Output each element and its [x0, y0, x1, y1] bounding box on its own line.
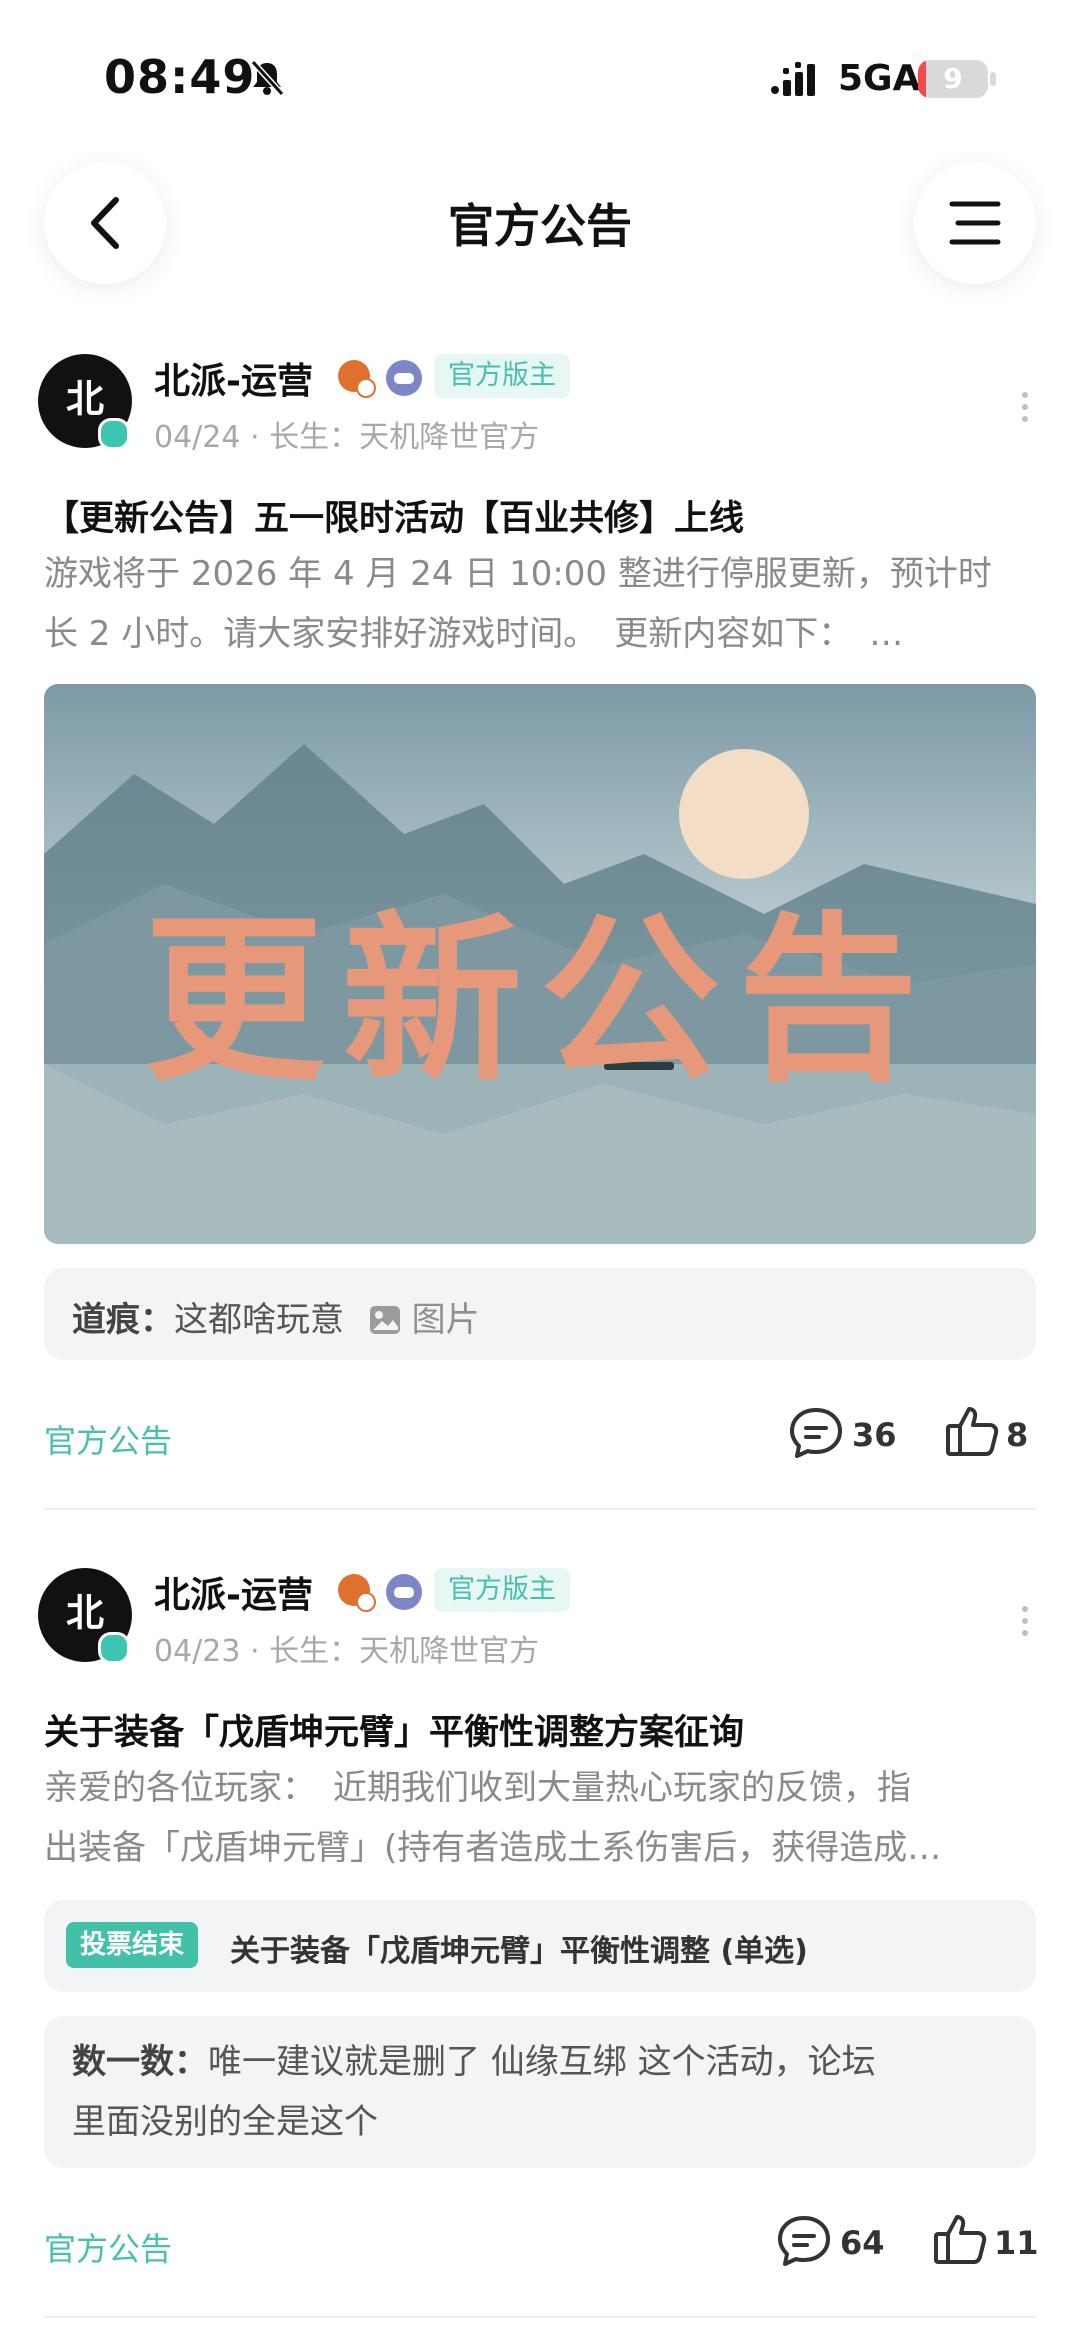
poll-title: 关于装备「戊盾坤元臂」平衡性调整 (单选) [230, 1934, 808, 1969]
battery-tip [990, 72, 996, 86]
post-excerpt-line: 出装备「戊盾坤元臂」(持有者造成土系伤害后，获得造成… [44, 1828, 942, 1868]
post-title[interactable]: 关于装备「戊盾坤元臂」平衡性调整方案征询 [44, 1704, 744, 1755]
post-excerpt[interactable]: 亲爱的各位玩家： 近期我们收到大量热心玩家的反馈，指 出装备「戊盾坤元臂」(持有… [44, 1758, 1034, 1878]
moderator-badge: 官方版主 [434, 1568, 570, 1612]
divider [44, 2316, 1036, 2318]
comment-count: 64 [840, 2224, 885, 2262]
battery-icon: 9 [918, 60, 988, 98]
more-options-icon[interactable] [1020, 1606, 1030, 1642]
like-count: 8 [1006, 1416, 1029, 1454]
author-name[interactable]: 北派-运营 [154, 1566, 313, 1618]
post-meta: 04/23 · 长生：天机降世官方 [154, 1634, 540, 1669]
post-title[interactable]: 【更新公告】五一限时活动【百业共修】上线 [44, 490, 744, 541]
hot-comment[interactable]: 道痕：这都啥玩意 图片 [44, 1268, 1036, 1360]
comment-text: 这都啥玩意 [174, 1300, 344, 1340]
bell-muted-icon [250, 59, 285, 97]
post-meta: 04/24 · 长生：天机降世官方 [154, 420, 540, 455]
post-excerpt-line: 游戏将于 2026 年 4 月 24 日 10:00 整进行停服更新，预计时 [44, 554, 992, 594]
thumbs-up-icon[interactable] [944, 1404, 1000, 1458]
avatar-logo: 北 [65, 1591, 104, 1635]
battery-level: 9 [943, 62, 963, 95]
divider [44, 1508, 1036, 1510]
level-icon [338, 360, 376, 398]
signal-icon [771, 62, 815, 96]
menu-icon [949, 201, 1001, 245]
post-excerpt-line: 亲爱的各位玩家： 近期我们收到大量热心玩家的反馈，指 [44, 1768, 911, 1808]
level-icon [338, 1574, 376, 1612]
status-bar: 08:49 5GA 9 [0, 0, 1080, 150]
verified-icon [98, 1632, 130, 1664]
category-tag[interactable]: 官方公告 [44, 2224, 172, 2270]
post-cover-image[interactable]: 更新公告 [44, 684, 1036, 1244]
more-options-icon[interactable] [1020, 392, 1030, 428]
cover-headline: 更新公告 [143, 895, 936, 1106]
comment-image-label: 图片 [411, 1300, 480, 1340]
author-name[interactable]: 北派-运营 [154, 352, 313, 404]
hot-comment[interactable]: 数一数：唯一建议就是删了 仙缘互绑 这个活动，论坛 里面没别的全是这个 [44, 2016, 1036, 2168]
comment-icon[interactable] [788, 1406, 844, 1460]
thumbs-up-icon[interactable] [932, 2212, 988, 2266]
poll-card[interactable]: 投票结束 关于装备「戊盾坤元臂」平衡性调整 (单选) [44, 1900, 1036, 1992]
hot-comment-content: 道痕：这都啥玩意 图片 [72, 1292, 480, 1341]
comment-author: 数一数： [72, 2042, 208, 2082]
avatar-logo: 北 [65, 377, 104, 421]
verified-icon [98, 418, 130, 450]
network-label: 5GA [838, 58, 921, 99]
comment-text: 唯一建议就是删了 仙缘互绑 这个活动，论坛 [208, 2042, 876, 2082]
post-excerpt-line: 长 2 小时。请大家安排好游戏时间。 更新内容如下： … [44, 614, 904, 654]
moderator-badge: 官方版主 [434, 354, 570, 398]
status-time: 08:49 [104, 50, 256, 104]
gamepad-icon [386, 1574, 422, 1610]
comment-author: 道痕： [72, 1300, 174, 1340]
menu-button[interactable] [914, 162, 1036, 284]
category-tag[interactable]: 官方公告 [44, 1416, 172, 1462]
image-icon [369, 1306, 400, 1334]
comment-text: 里面没别的全是这个 [72, 2102, 378, 2142]
like-count: 11 [994, 2224, 1039, 2262]
poll-status-badge: 投票结束 [66, 1922, 199, 1968]
post-excerpt[interactable]: 游戏将于 2026 年 4 月 24 日 10:00 整进行停服更新，预计时 长… [44, 544, 1034, 664]
comment-count: 36 [852, 1416, 897, 1454]
hot-comment-content: 数一数：唯一建议就是删了 仙缘互绑 这个活动，论坛 里面没别的全是这个 [72, 2032, 876, 2152]
comment-icon[interactable] [776, 2214, 832, 2268]
gamepad-icon [386, 360, 422, 396]
